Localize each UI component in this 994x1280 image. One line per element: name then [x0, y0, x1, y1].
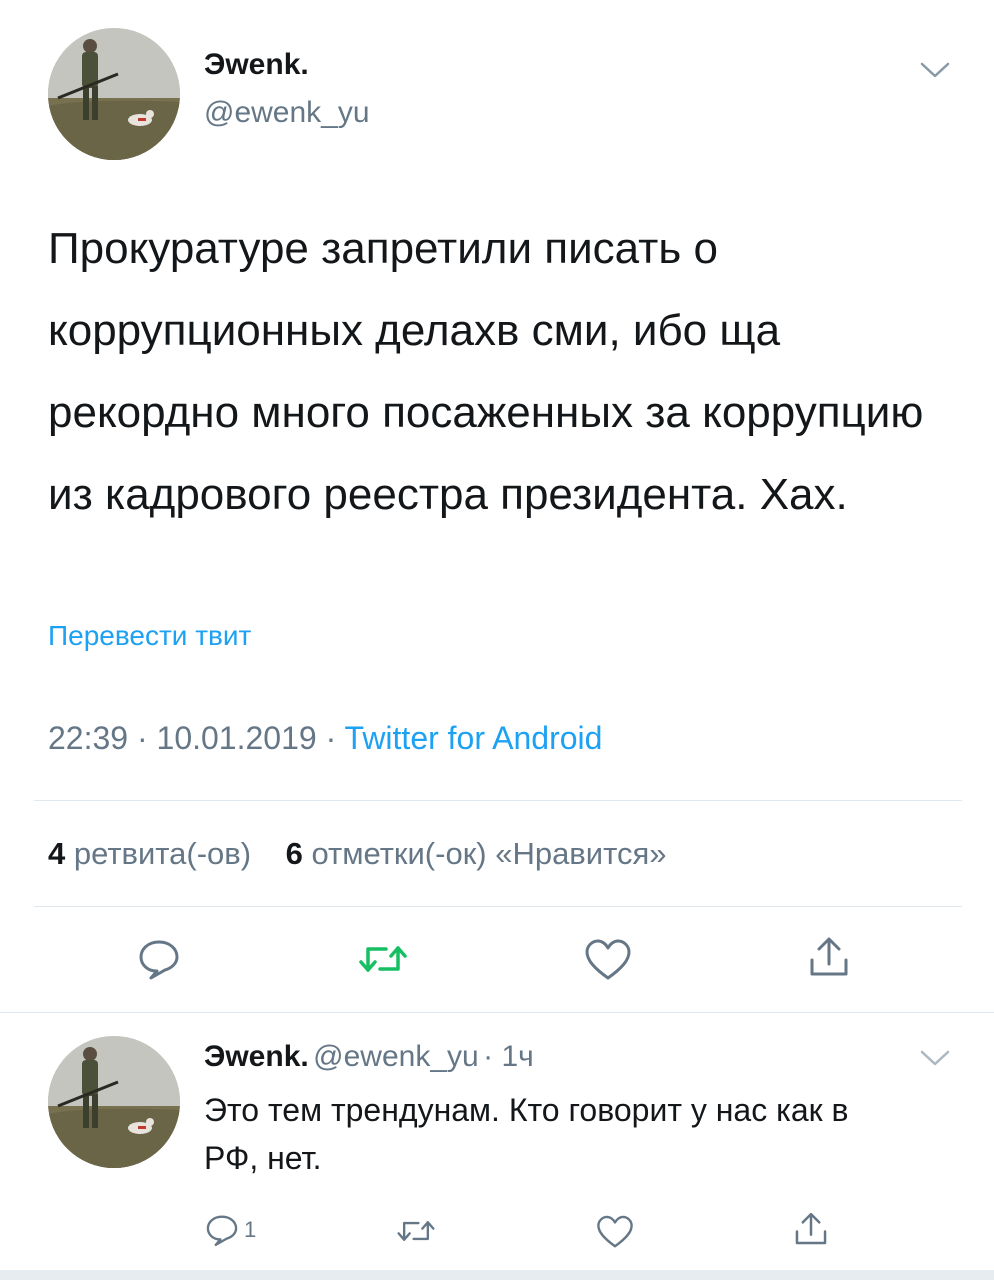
author-handle[interactable]: @ewenk_yu [204, 96, 370, 130]
translate-tweet-link[interactable]: Перевести твит [48, 620, 251, 652]
share-upload-icon [810, 937, 848, 976]
tweet-time: 22:39 [48, 720, 129, 756]
reply-retweet-button[interactable] [396, 1216, 436, 1246]
reply-share-button[interactable] [792, 1210, 830, 1248]
retweet-arrows-icon [397, 1221, 435, 1241]
retweet-arrows-icon [359, 946, 407, 972]
likes-stat[interactable]: 6 отметки(-ок) «Нравится» [286, 836, 667, 871]
speech-bubble-icon [206, 1215, 238, 1247]
retweet-label: ретвита(-ов) [73, 836, 252, 871]
chevron-down-icon[interactable] [918, 1048, 952, 1068]
reply-author-avatar[interactable] [48, 1036, 180, 1168]
engagement-stats: 4 ретвита(-ов) 6 отметки(-ок) «Нравится» [48, 836, 666, 872]
avatar-photo [48, 28, 180, 160]
divider [34, 906, 962, 907]
like-count: 6 [285, 836, 303, 871]
share-upload-icon [795, 1212, 827, 1245]
like-label: отметки(-ок) «Нравится» [311, 836, 667, 871]
like-button[interactable] [584, 938, 632, 982]
bottom-separator [0, 1270, 994, 1280]
retweet-button[interactable] [358, 940, 408, 978]
tweet-text: Прокуратуре запретили писать о коррупцио… [48, 224, 924, 519]
heart-icon [597, 1215, 633, 1248]
avatar-photo [48, 1036, 180, 1168]
author-avatar[interactable] [48, 28, 180, 160]
divider [0, 1012, 994, 1013]
share-button[interactable] [806, 934, 852, 980]
tweet-date: 10.01.2019 [156, 720, 317, 756]
reply-reply-button[interactable]: 1 [204, 1212, 256, 1248]
speech-bubble-icon [139, 940, 179, 980]
divider [34, 800, 962, 801]
tweet-source-link[interactable]: Twitter for Android [345, 720, 603, 756]
reply-text: Это тем трендунам. Кто говорит у нас как… [204, 1092, 849, 1176]
separator: · [136, 720, 157, 756]
reply-age: 1ч [501, 1040, 534, 1073]
reply-button[interactable] [136, 936, 182, 982]
retweet-count: 4 [48, 836, 66, 871]
retweets-stat[interactable]: 4 ретвита(-ов) [48, 836, 251, 871]
tweet-meta: 22:39 · 10.01.2019 · Twitter for Android [48, 720, 602, 757]
reply-count: 1 [244, 1217, 257, 1242]
reply-header: Эwenk. @ewenk_yu · 1ч [204, 1040, 534, 1074]
reply-author-handle[interactable]: @ewenk_yu [313, 1040, 479, 1073]
author-name[interactable]: Эwenk. [204, 48, 309, 82]
separator: · [325, 720, 345, 756]
separator: · [483, 1040, 502, 1073]
reply-like-button[interactable] [596, 1214, 634, 1250]
heart-icon [585, 939, 631, 980]
reply-author-name[interactable]: Эwenk. [204, 1040, 309, 1073]
chevron-down-icon[interactable] [918, 60, 952, 80]
